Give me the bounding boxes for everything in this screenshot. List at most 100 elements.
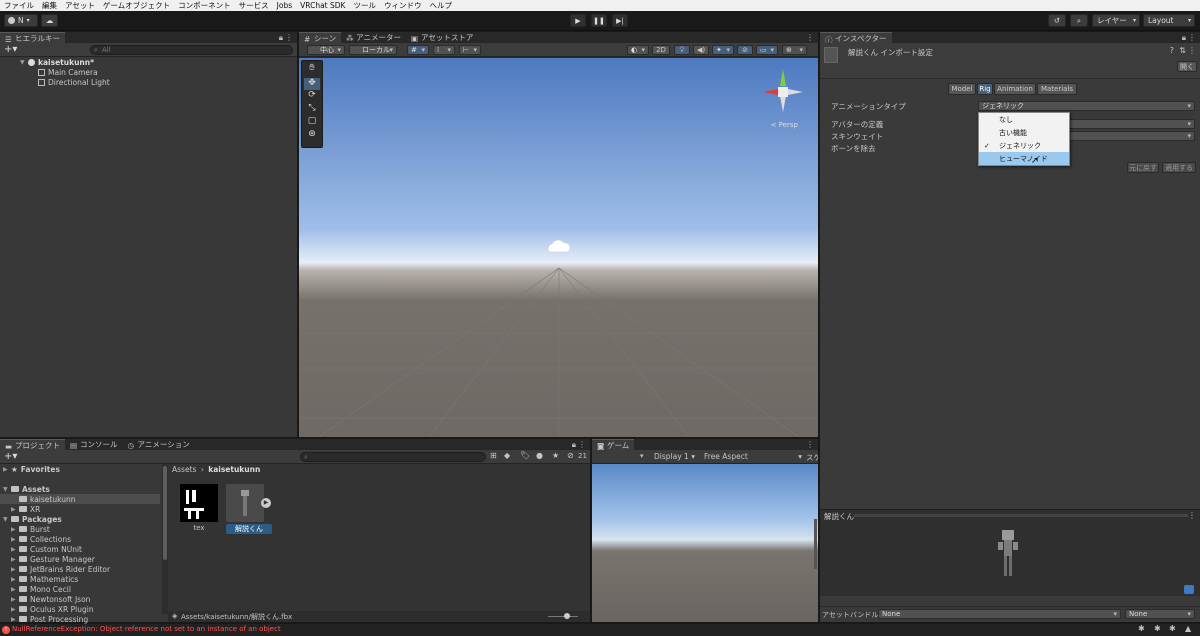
lock-icon[interactable]: 🔒︎ [572,440,576,450]
menu-item[interactable]: ヘルプ [425,0,456,11]
apply-button[interactable]: 適用する [1162,162,1196,173]
persp-label[interactable]: < Persp [771,121,798,129]
tab-inspector[interactable]: ⓘ インスペクター [820,32,892,45]
game-viewport[interactable] [592,464,818,622]
view-options-dropdown[interactable]: ⊢ [459,45,481,55]
tag-filter-icon[interactable]: 🏷︎ [520,451,530,460]
hierarchy-search-input[interactable]: ⌕ All [90,45,293,55]
hand-tool-icon[interactable]: ✋︎ [304,63,320,76]
tree-package-item[interactable]: ▶ Custom NUnit [0,544,168,554]
model-preview[interactable] [820,520,1200,596]
cloud-button[interactable]: ☁ [41,14,58,27]
revert-button[interactable]: 元に戻す [1127,162,1159,173]
scene-viewport[interactable]: ✋︎ ✥ ⟳ ⤡ ▢ ⊛ < Persp [299,58,818,437]
tab-project[interactable]: ▬ プロジェクト [0,439,65,451]
game-scrollbar[interactable] [814,519,817,569]
hierarchy-item-main-camera[interactable]: Main Camera [0,67,297,77]
gizmos-dropdown[interactable]: ⊕ [782,45,807,55]
more-icon[interactable]: ⋮ [578,440,586,449]
asset-bundle-variant-dropdown[interactable]: None [1125,609,1195,619]
menu-item[interactable]: Jobs [273,1,296,10]
tab-animator[interactable]: ⁂ アニメーター [341,32,406,43]
more-icon[interactable]: ⋮ [1188,511,1196,520]
hierarchy-item-directional-light[interactable]: Directional Light [0,77,297,87]
asset-item-tex[interactable]: tex [180,484,218,532]
step-button[interactable]: ▶| [612,14,628,27]
scale-tool-icon[interactable]: ⤡ [304,103,320,116]
move-tool-icon[interactable]: ✥ [304,78,320,90]
more-icon[interactable]: ⋮ [806,33,814,42]
search-button[interactable]: ⌕ [1070,14,1088,27]
animation-type-dropdown[interactable]: ジェネリック [978,101,1195,111]
space-dropdown[interactable]: ローカル [349,45,397,55]
open-button[interactable]: 開く [1177,61,1197,72]
help-icon[interactable]: ? [1170,46,1174,55]
breadcrumb-kaisetukunn[interactable]: kaisetukunn [208,465,260,474]
favorite-icon[interactable]: ★ [552,451,559,460]
network-icon[interactable]: ✱ [1154,624,1161,633]
asset-item-model[interactable]: ▶ 解説くん [226,484,272,534]
mode-2d-button[interactable]: 2D [652,45,670,55]
icon-size-slider[interactable] [548,613,578,619]
layout-dropdown[interactable]: Layout ▾ [1143,14,1195,27]
tree-package-item[interactable]: ▶ Post Processing [0,614,168,624]
menu-item[interactable]: ツール [349,0,380,11]
tree-package-item[interactable]: ▶ Mono Cecil [0,584,168,594]
layers-dropdown[interactable]: レイヤー ▾ [1092,14,1140,27]
grid-snap-dropdown[interactable]: # [407,45,429,55]
audio-toggle[interactable]: ◀) [693,45,709,55]
preview-resize-handle[interactable] [854,514,1188,517]
scale-label[interactable]: スケ [806,452,818,463]
menu-item[interactable]: コンポーネント [174,0,235,11]
pause-button[interactable]: ❚❚ [591,14,607,27]
scene-gizmo[interactable] [758,64,808,116]
tab-game[interactable]: ◙ ゲーム [592,439,635,451]
label-filter-icon[interactable]: ◆ [504,451,510,460]
aspect-dropdown[interactable]: Free Aspect ▾ [704,452,802,461]
lock-icon[interactable]: 🔒︎ [1182,33,1186,43]
option-generic[interactable]: ✓ ジェネリック [979,139,1069,152]
menu-item[interactable]: 編集 [38,0,61,11]
pivot-dropdown[interactable]: 中心 [307,45,345,55]
menu-item[interactable]: アセット [61,0,99,11]
history-button[interactable]: ↺ [1048,14,1066,27]
effects-dropdown[interactable]: ✦ [712,45,734,55]
search-type-icon[interactable]: ⊞ [490,451,497,460]
bug-icon[interactable]: ✱ [1169,624,1176,633]
info-icon[interactable]: ● [536,451,543,460]
tag-icon[interactable] [1184,585,1194,594]
tree-package-item[interactable]: ▶ Gesture Manager [0,554,168,564]
add-icon[interactable]: +▾ [4,44,17,55]
lighting-toggle[interactable]: 💡︎ [674,45,690,55]
more-icon[interactable]: ⋮ [285,33,293,42]
tree-item-xr[interactable]: ▶ XR [0,504,168,514]
shading-dropdown[interactable]: ◐ [627,45,649,55]
transform-tool-icon[interactable]: ⊛ [304,129,320,142]
lock-icon[interactable]: 🔒︎ [279,33,283,43]
tree-package-item[interactable]: ▶ JetBrains Rider Editor [0,564,168,574]
display-dropdown[interactable]: Display 1 ▾ [654,452,695,461]
hidden-objects-toggle[interactable]: ⊘ [737,45,753,55]
tab-model[interactable]: Model [948,83,976,95]
settings-icon[interactable]: ⇅ [1179,46,1186,55]
debug-icon[interactable]: ✱ [1138,624,1145,633]
option-none[interactable]: なし [979,113,1069,126]
tab-animation-window[interactable]: ◷ アニメーション [123,439,195,450]
tree-packages[interactable]: ▼ Packages [0,514,168,524]
tree-assets[interactable]: ▼ Assets [0,484,168,494]
more-icon[interactable]: ⋮ [1188,46,1196,55]
menu-item[interactable]: VRChat SDK [296,1,349,10]
notification-icon[interactable]: ▲ [1185,624,1191,633]
tab-animation[interactable]: Animation [994,83,1036,95]
tab-asset-store[interactable]: ▣ アセットストア [406,32,478,43]
tab-rig[interactable]: Rig [977,83,993,95]
option-humanoid[interactable]: ヒューマノイド ➚ [979,152,1069,166]
tree-package-item[interactable]: ▶ Mathematics [0,574,168,584]
more-icon[interactable]: ⋮ [806,440,814,449]
tab-hierarchy[interactable]: ☰ ヒエラルキー [0,32,65,44]
account-button[interactable]: N ▾ [4,14,38,27]
tree-package-item[interactable]: ▶ Collections [0,534,168,544]
rect-tool-icon[interactable]: ▢ [304,116,320,129]
snap-increment-dropdown[interactable]: ⁞ [433,45,455,55]
status-error-message[interactable]: NullReferenceException: Object reference… [12,625,281,633]
